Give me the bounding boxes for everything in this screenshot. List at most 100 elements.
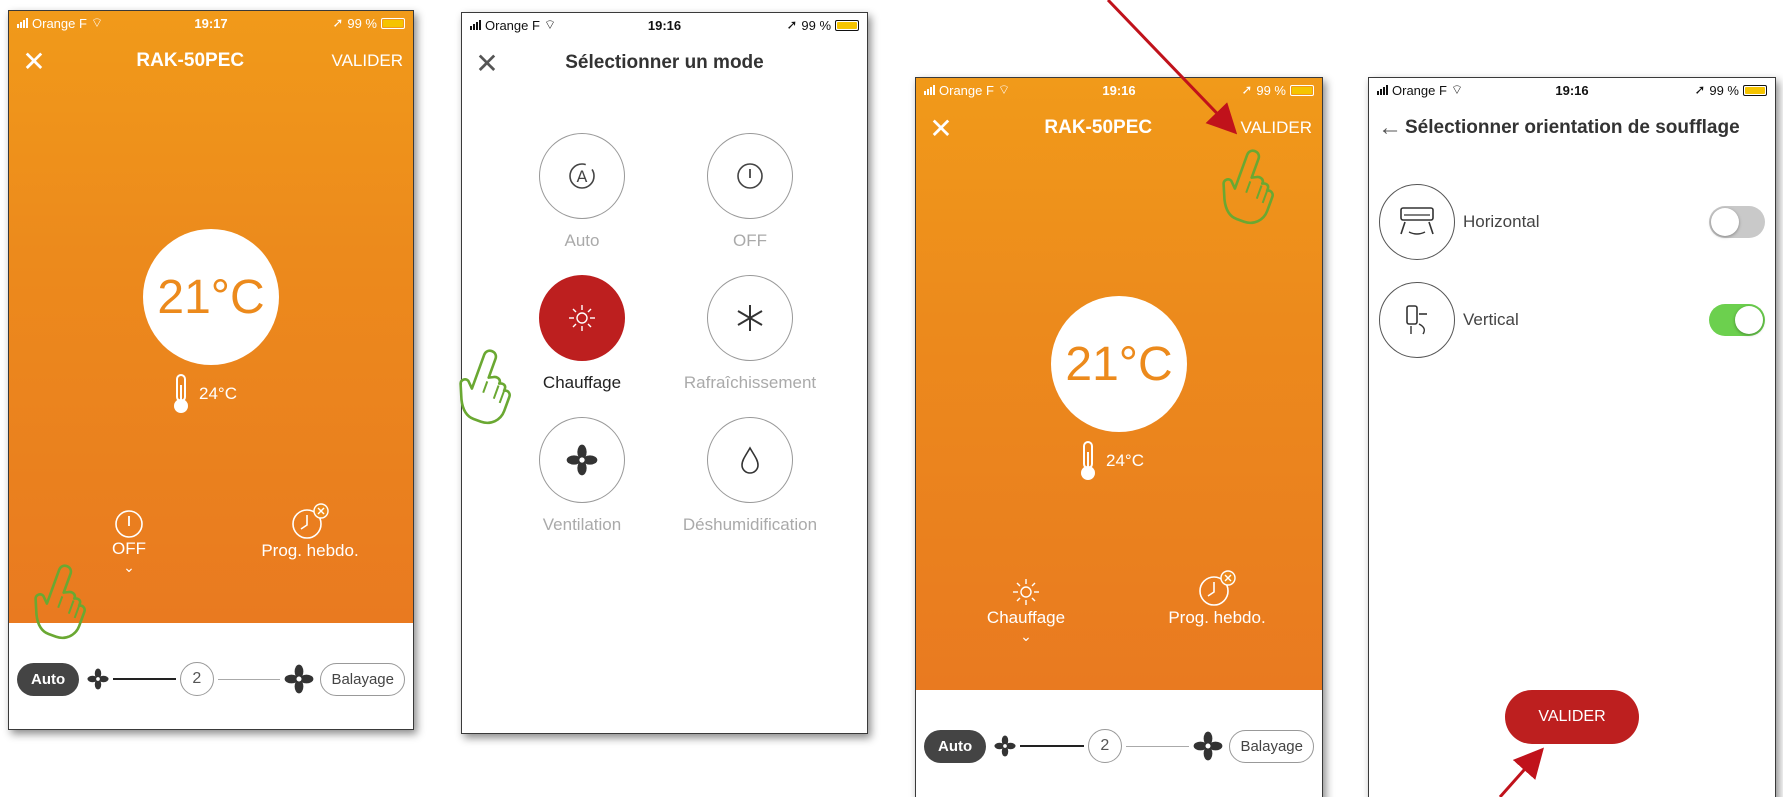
fan-slider-track-rest[interactable] <box>217 678 281 680</box>
device-title: RAK-50PEC <box>136 50 245 71</box>
close-icon[interactable]: ✕ <box>926 113 956 144</box>
horizontal-airflow-icon <box>1379 184 1455 260</box>
location-icon: ➚ <box>1241 82 1253 97</box>
mode-off[interactable]: OFF <box>665 133 835 251</box>
fan-speed-row: Auto 2 Balayage <box>17 661 405 697</box>
orientation-label: Horizontal <box>1463 212 1540 231</box>
clock: 19:17 <box>194 15 228 31</box>
nav-bar: ✕ Sélectionner un mode <box>462 41 867 85</box>
fan-level-handle[interactable]: 2 <box>1087 729 1122 763</box>
fan-control-bar: Auto 2 Balayage <box>9 623 413 729</box>
mode-auto[interactable]: A Auto <box>497 133 667 251</box>
battery-label: 99 % <box>1709 82 1739 98</box>
mode-label: Chauffage <box>986 608 1066 627</box>
nav-bar: ← Sélectionner orientation de soufflage <box>1369 106 1775 150</box>
mode-ventilation[interactable]: Ventilation <box>497 417 667 535</box>
battery-icon <box>380 17 405 29</box>
fan-low-icon <box>994 735 1016 757</box>
fan-slider-track-rest[interactable] <box>1125 745 1190 747</box>
orientation-vertical-row: Vertical <box>1379 280 1765 360</box>
mode-deshumidification[interactable]: Déshumidification <box>665 417 835 535</box>
battery-label: 99 % <box>1256 82 1286 98</box>
battery-label: 99 % <box>801 17 832 33</box>
signal-icon <box>17 18 28 28</box>
signal-icon <box>1377 85 1388 95</box>
back-arrow-icon[interactable]: ← <box>1375 113 1405 143</box>
carrier-label: Orange F <box>939 82 994 98</box>
location-icon: ➚ <box>332 15 344 30</box>
power-icon <box>737 163 763 189</box>
signal-icon <box>924 85 935 95</box>
close-icon[interactable]: ✕ <box>19 46 49 77</box>
clock: 19:16 <box>1555 82 1589 98</box>
ambient-temperature: 24°C <box>169 373 237 415</box>
mode-label: Rafraîchissement <box>683 373 817 392</box>
phone-screen-mode-select: Orange F ⌔ 19:16 ➚ 99 % ✕ Sélectionner un … <box>461 12 868 734</box>
nav-bar: ✕ RAK-50PEC VALIDER <box>916 106 1322 150</box>
prog-hebdo-button[interactable]: Prog. hebdo. <box>245 503 375 561</box>
carrier-label: Orange F <box>32 15 87 31</box>
location-icon: ➚ <box>1694 82 1706 97</box>
status-bar: Orange F ⌔ 19:16 ➚ 99 % <box>462 13 867 37</box>
fan-speed-row: Auto 2 Balayage <box>924 728 1314 764</box>
balayage-button[interactable]: Balayage <box>320 662 405 696</box>
battery-icon <box>1743 84 1767 96</box>
fan-level-handle[interactable]: 2 <box>179 662 214 696</box>
fan-slider-track[interactable] <box>1020 745 1084 747</box>
page-title: Sélectionner orientation de soufflage <box>1405 117 1740 138</box>
ambient-value: 24°C <box>199 384 237 403</box>
prog-hebdo-button[interactable]: Prog. hebdo. <box>1152 570 1282 628</box>
fan-auto-button[interactable]: Auto <box>924 729 987 763</box>
fan-high-icon <box>285 664 314 694</box>
mode-selector[interactable]: OFF ⌄ <box>79 509 179 574</box>
mode-label: Déshumidification <box>682 515 818 534</box>
fan-low-icon <box>87 668 109 690</box>
setpoint-temperature[interactable]: 21°C <box>143 229 279 365</box>
valider-link[interactable]: VALIDER <box>332 51 404 71</box>
mode-chauffage[interactable]: Chauffage <box>497 275 667 393</box>
svg-text:A: A <box>577 167 588 186</box>
sun-icon <box>1013 579 1039 605</box>
battery-icon <box>835 19 860 31</box>
auto-mode-icon: A <box>569 163 595 189</box>
close-icon[interactable]: ✕ <box>472 48 502 79</box>
chevron-down-icon: ⌄ <box>1020 628 1032 644</box>
page-title: Sélectionner un mode <box>565 52 764 73</box>
orientation-label: Vertical <box>1463 310 1519 329</box>
vertical-airflow-icon <box>1379 282 1455 358</box>
status-bar: Orange F ⌔ 19:16 ➚ 99 % <box>1369 78 1775 102</box>
status-bar: Orange F ⌔ 19:17 ➚ 99 % <box>9 11 413 35</box>
battery-icon <box>1290 84 1314 96</box>
status-bar: Orange F ⌔ 19:16 ➚ 99 % <box>916 78 1322 102</box>
mode-label: Ventilation <box>542 515 622 534</box>
wifi-icon: ⌔ <box>90 15 104 30</box>
mode-label: OFF <box>733 231 767 250</box>
carrier-label: Orange F <box>485 17 540 33</box>
mode-rafraichissement[interactable]: Rafraîchissement <box>665 275 835 393</box>
valider-link[interactable]: VALIDER <box>1241 118 1313 138</box>
thermometer-icon <box>174 374 188 413</box>
horizontal-toggle[interactable] <box>1709 206 1765 238</box>
valider-button[interactable]: VALIDER <box>1505 690 1639 744</box>
orientation-horizontal-row: Horizontal <box>1379 182 1765 262</box>
mode-label: OFF <box>112 539 146 558</box>
power-icon <box>115 510 143 538</box>
snowflake-icon <box>737 305 763 331</box>
fan-slider-track[interactable] <box>113 678 176 680</box>
fan-icon <box>566 444 598 476</box>
mode-label: Chauffage <box>542 373 622 392</box>
wifi-icon: ⌔ <box>1450 82 1464 97</box>
mode-label: Auto <box>564 231 600 250</box>
fan-auto-button[interactable]: Auto <box>17 662 80 696</box>
balayage-button[interactable]: Balayage <box>1229 729 1314 763</box>
prog-label: Prog. hebdo. <box>261 541 359 560</box>
phone-screen-main-off: Orange F ⌔ 19:17 ➚ 99 % ✕ RAK-50PEC VALIDE… <box>8 10 414 730</box>
mode-selector[interactable]: Chauffage ⌄ <box>966 576 1086 644</box>
fan-control-bar: Auto 2 Balayage <box>916 690 1322 797</box>
weekly-schedule-icon <box>1199 570 1236 606</box>
phone-screen-main-chauffage: Orange F ⌔ 19:16 ➚ 99 % ✕ RAK-50PEC VALIDE… <box>915 77 1323 797</box>
vertical-toggle[interactable] <box>1709 304 1765 336</box>
phone-screen-airflow-orientation: Orange F ⌔ 19:16 ➚ 99 % ← Sélectionner ori… <box>1368 77 1776 797</box>
setpoint-temperature[interactable]: 21°C <box>1051 296 1187 432</box>
device-title: RAK-50PEC <box>1044 117 1153 138</box>
